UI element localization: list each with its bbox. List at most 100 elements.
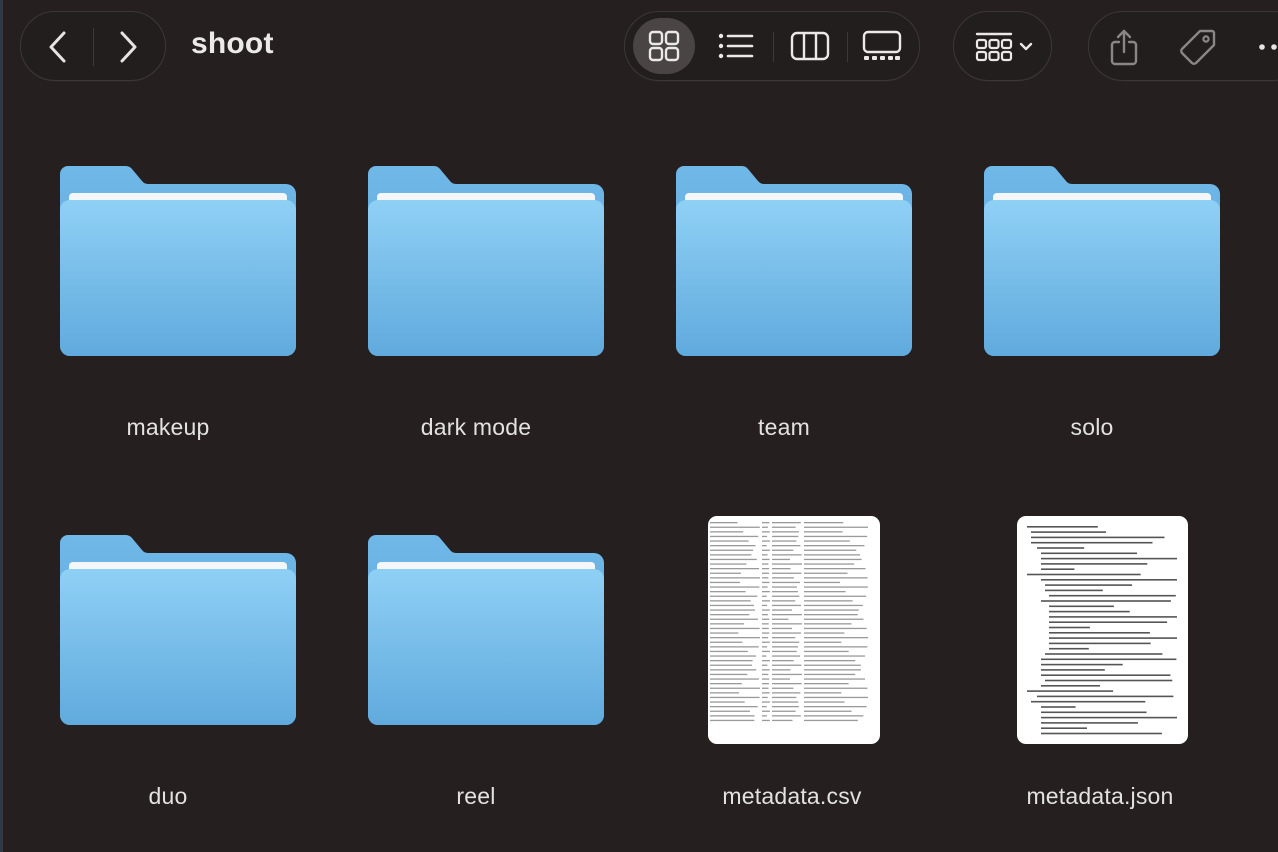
csv-preview-line (762, 715, 767, 717)
csv-preview-line (772, 581, 801, 584)
csv-preview-line (772, 627, 792, 630)
csv-preview-line (710, 554, 752, 556)
json-preview-line (1049, 621, 1168, 623)
csv-preview-line (772, 545, 801, 547)
json-preview-line (1049, 647, 1089, 650)
csv-preview-line (772, 664, 802, 666)
csv-preview-line (762, 535, 768, 538)
csv-preview-line (804, 641, 842, 643)
file-item[interactable]: metadata.json (970, 516, 1230, 816)
csv-preview-line (804, 678, 865, 680)
icon-view-button[interactable] (633, 18, 695, 74)
csv-preview-line (772, 715, 801, 717)
view-divider (773, 32, 774, 62)
csv-preview-line (804, 687, 868, 689)
csv-preview-line (710, 646, 759, 648)
csv-preview-line (804, 609, 859, 611)
view-divider (847, 32, 848, 62)
actions-group (1088, 11, 1278, 81)
csv-preview-line (772, 646, 798, 648)
csv-preview-line (772, 692, 801, 694)
group-grid-icon (975, 32, 1012, 62)
json-preview-line (1045, 584, 1133, 586)
csv-preview-line (772, 554, 802, 556)
tag-button[interactable] (1163, 12, 1233, 82)
chevron-right-icon (120, 31, 137, 63)
csv-preview-line (804, 618, 864, 620)
json-preview-line (1041, 669, 1105, 671)
csv-preview-line (710, 563, 747, 565)
group-by-button[interactable] (954, 12, 1053, 82)
json-preview-line (1041, 722, 1138, 724)
window-edge (0, 0, 3, 852)
csv-preview-line (772, 568, 791, 570)
file-item[interactable]: metadata.csv (662, 516, 922, 816)
csv-preview-line (710, 692, 739, 694)
csv-preview-line (710, 595, 758, 597)
more-icon (1259, 44, 1277, 50)
csv-preview-line (772, 678, 790, 680)
folder-item[interactable]: dark mode (346, 166, 606, 466)
csv-preview-line (772, 719, 793, 722)
csv-preview-line (710, 673, 748, 676)
back-button[interactable] (23, 12, 93, 82)
item-label: reel (456, 783, 496, 809)
csv-preview-line (762, 600, 770, 602)
csv-preview-line (772, 614, 802, 616)
csv-preview-line (804, 637, 868, 639)
csv-preview-line (804, 623, 852, 625)
column-view-button[interactable] (779, 18, 841, 74)
csv-preview-line (710, 586, 760, 588)
json-preview-line (1041, 563, 1148, 565)
json-preview (1027, 526, 1177, 735)
csv-preview-line (710, 609, 755, 611)
folder-item[interactable]: reel (346, 535, 606, 835)
csv-preview-line (762, 545, 767, 547)
csv-preview-line (772, 586, 797, 588)
csv-preview-line (762, 554, 768, 556)
share-button[interactable] (1089, 12, 1159, 82)
grid-icon (648, 30, 680, 62)
csv-preview-line (710, 526, 760, 528)
csv-preview-line (710, 604, 754, 607)
json-preview-line (1027, 526, 1098, 528)
csv-preview-line (804, 577, 868, 579)
csv-preview-line (772, 604, 801, 607)
csv-preview-line (804, 632, 845, 634)
csv-preview-line (762, 669, 770, 671)
json-preview-line (1031, 700, 1146, 703)
folder-item[interactable]: duo (38, 535, 298, 835)
csv-preview-line (710, 577, 760, 579)
csv-preview-line (710, 568, 760, 570)
list-view-button[interactable] (705, 18, 767, 74)
csv-preview-line (772, 687, 794, 689)
json-preview-line (1049, 610, 1130, 613)
folder-item[interactable]: makeup (38, 166, 298, 466)
folder-item[interactable]: team (654, 166, 914, 466)
csv-preview-line (772, 618, 789, 620)
csv-preview-line (804, 591, 846, 593)
csv-preview-line (710, 683, 742, 685)
more-button[interactable] (1239, 12, 1278, 82)
csv-preview-line (762, 710, 770, 712)
tag-icon (1180, 29, 1216, 65)
csv-preview-line (772, 577, 794, 579)
csv-preview-line (762, 526, 768, 528)
group-by-group (953, 11, 1052, 81)
csv-preview-line (762, 637, 769, 639)
gallery-view-button[interactable] (851, 18, 913, 74)
csv-preview-line (804, 655, 865, 657)
gallery-icon (862, 30, 902, 60)
csv-preview-line (710, 545, 756, 547)
csv-preview-line (710, 558, 757, 561)
csv-preview-line (710, 687, 760, 689)
folder-item[interactable]: solo (962, 166, 1222, 466)
csv-preview-line (762, 572, 770, 574)
forward-button[interactable] (93, 12, 163, 82)
csv-preview-line (804, 531, 843, 533)
csv-preview-line (762, 591, 770, 593)
csv-preview-line (804, 535, 868, 538)
csv-preview-line (710, 549, 754, 551)
csv-preview-line (762, 655, 767, 657)
csv-preview-line (762, 701, 770, 703)
